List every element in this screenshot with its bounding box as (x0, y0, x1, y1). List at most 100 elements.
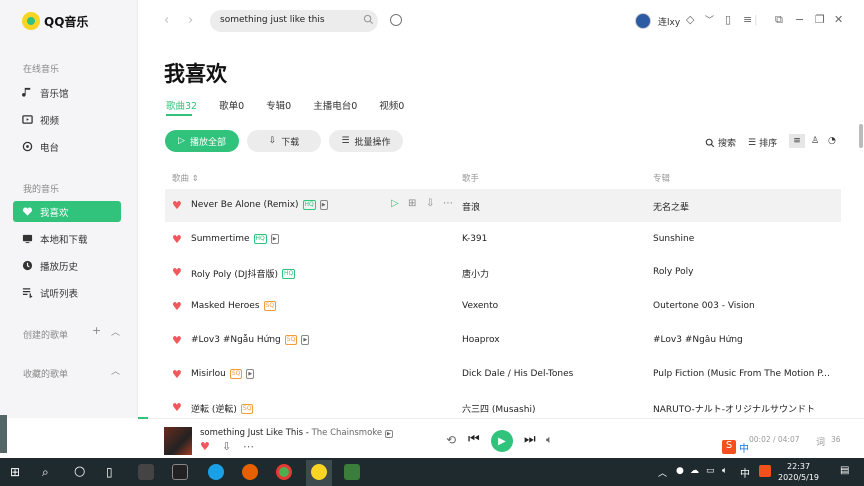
mini-mode-icon[interactable]: ⧉ (775, 13, 783, 27)
song-artist[interactable]: Dick Dale / His Del-Tones (462, 369, 573, 379)
search-icon[interactable] (363, 14, 374, 25)
chevron-down-icon[interactable]: ﹀ (705, 13, 714, 26)
heart-icon[interactable]: ♥ (172, 200, 182, 211)
tab-albums[interactable]: 专辑0 (266, 98, 291, 112)
previous-icon[interactable]: ⏮ (468, 432, 480, 447)
song-artist[interactable]: 音浪 (462, 200, 480, 213)
row-download-icon[interactable]: ⇩ (426, 198, 434, 209)
song-artist[interactable]: Hoaprox (462, 335, 500, 345)
maximize-icon[interactable]: ❐ (815, 13, 825, 26)
play-pause-button[interactable]: ▶ (491, 430, 513, 452)
batch-operation-button[interactable]: ☰ 批量操作 (329, 130, 403, 152)
song-artist[interactable]: K-391 (462, 234, 487, 244)
username[interactable]: 连lxy (658, 15, 680, 28)
song-album[interactable]: 无名之辈 (653, 200, 833, 213)
firefox-icon[interactable] (242, 464, 258, 480)
volume-icon[interactable]: 🔈︎ (546, 433, 553, 447)
edge-browser-icon[interactable] (208, 464, 224, 480)
play-all-button[interactable]: ▷ 播放全部 (165, 130, 239, 152)
lyrics-button[interactable]: 词 (816, 435, 825, 448)
heart-icon[interactable]: ♥ (172, 301, 182, 312)
game-app-icon[interactable] (344, 464, 360, 480)
loop-mode-icon[interactable]: ⟲ (446, 433, 456, 447)
row-play-icon[interactable]: ▷ (391, 198, 399, 209)
close-icon[interactable]: ✕ (834, 13, 843, 26)
sidebar-item-local-download[interactable]: 本地和下载 (13, 228, 121, 249)
add-playlist-icon[interactable]: + (92, 324, 101, 337)
sidebar-item-trial-list[interactable]: 试听列表 (13, 282, 121, 303)
table-row[interactable]: ♥ Summertime HQ ▶ K-391 Sunshine (165, 223, 841, 256)
heart-icon[interactable]: ♥ (172, 402, 182, 413)
tab-playlists[interactable]: 歌单0 (219, 98, 244, 112)
artist-view-icon[interactable]: ♙ (811, 136, 819, 146)
app-logo[interactable]: QQ音乐 (22, 12, 88, 30)
table-row[interactable]: ♥ #Lov3 #Ngẫu Hứng SQ ▶ Hoaprox #Lov3 #Ngẫu H… (165, 324, 841, 357)
song-album[interactable]: Sunshine (653, 234, 833, 244)
mv-icon[interactable]: ▶ (270, 233, 279, 244)
playlist-count[interactable]: 36 (831, 435, 841, 444)
windows-start-icon[interactable]: ⊞ (10, 465, 26, 481)
sogou-tray-icon[interactable] (759, 465, 771, 477)
table-row[interactable]: ♥ Roly Poly (DJ抖音版) HQ 唐小力 Roly Poly (165, 256, 841, 289)
cloud-icon[interactable]: ☁ (690, 466, 699, 476)
volume-icon[interactable]: 🔈︎ (722, 466, 727, 476)
row-add-icon[interactable]: ⊞ (408, 198, 416, 209)
skin-icon[interactable]: ▯ (725, 13, 731, 26)
heart-icon[interactable]: ♥ (172, 267, 182, 278)
minimize-icon[interactable]: − (795, 13, 804, 26)
song-album[interactable]: Outertone 003 - Vision (653, 301, 833, 311)
back-arrow-icon[interactable]: ‹ (164, 13, 169, 28)
chevron-up-icon[interactable]: ︿ (111, 364, 120, 377)
table-row[interactable]: ♥ Never Be Alone (Remix) HQ ▶ 音浪 无名之辈 ▷ ⊞ ⇩ ⋯ (165, 189, 841, 222)
song-album[interactable]: #Lov3 #Ngẫu Hứng (653, 335, 833, 345)
pubg-icon[interactable] (172, 464, 188, 480)
mv-icon[interactable]: ▶ (301, 334, 310, 345)
sidebar-item-history[interactable]: 播放历史 (13, 255, 121, 276)
table-row[interactable]: ♥ Misirlou SQ ▶ Dick Dale / His Del-Tones Pul… (165, 358, 841, 391)
cortana-icon[interactable]: ○ (74, 464, 90, 480)
table-row[interactable]: ♥ Masked Heroes SQ Vexento Outertone 003 - V… (165, 290, 841, 323)
avatar[interactable] (635, 13, 651, 29)
download-icon[interactable]: ⇩ (222, 440, 231, 453)
sidebar-item-favorites[interactable]: 我喜欢 (13, 201, 121, 222)
menu-icon[interactable]: ≡ (743, 13, 752, 26)
progress-bar[interactable] (138, 417, 148, 419)
forward-arrow-icon[interactable]: › (188, 13, 193, 28)
song-album[interactable]: Roly Poly (653, 267, 833, 277)
vip-diamond-icon[interactable]: ◇ (686, 13, 694, 26)
action-center-icon[interactable]: ▤ (840, 465, 849, 476)
notification-icon[interactable]: ● (676, 466, 684, 476)
more-icon[interactable]: ⋯ (243, 440, 254, 453)
app-icon[interactable] (138, 464, 154, 480)
tab-videos[interactable]: 视频0 (379, 98, 404, 112)
search-input[interactable]: something just like this (210, 10, 378, 32)
now-playing[interactable]: something Just Like This - The Chainsmok… (200, 428, 393, 438)
sidebar-item-video[interactable]: 视频 (13, 109, 121, 130)
heart-icon[interactable]: ♥ (172, 335, 182, 346)
row-more-icon[interactable]: ⋯ (443, 198, 453, 209)
song-album[interactable]: NARUTO-ナルト-オリジナルサウンドト (653, 402, 833, 415)
voice-search-icon[interactable] (390, 14, 402, 26)
chevron-up-icon[interactable]: ︿ (111, 325, 120, 338)
time-view-icon[interactable]: ◔ (828, 136, 836, 146)
chrome-icon[interactable] (276, 464, 292, 480)
tab-radio[interactable]: 主播电台0 (313, 98, 357, 112)
scrollbar-thumb[interactable] (859, 124, 863, 148)
sidebar-item-music-hall[interactable]: 音乐馆 (13, 82, 121, 103)
task-view-icon[interactable]: ▯ (106, 465, 122, 481)
like-heart-icon[interactable]: ♥ (200, 440, 210, 453)
heart-icon[interactable]: ♥ (172, 369, 182, 380)
song-artist[interactable]: Vexento (462, 301, 498, 311)
ime-indicator[interactable]: 中 (740, 465, 750, 480)
mv-icon[interactable]: ▶ (319, 200, 328, 210)
next-icon[interactable]: ⏭ (524, 432, 536, 447)
search-songs-button[interactable]: 搜索 (705, 136, 736, 149)
tab-songs[interactable]: 歌曲32 (166, 98, 197, 112)
song-artist[interactable]: 六三四 (Musashi) (462, 402, 535, 415)
sort-button[interactable]: ☰ 排序 (748, 136, 777, 150)
search-icon[interactable]: ⌕ (42, 465, 58, 481)
list-view-icon[interactable]: ≡ (789, 134, 805, 148)
mv-icon[interactable]: ▶ (246, 368, 255, 379)
sogou-logo-icon[interactable]: S (722, 440, 736, 454)
mv-icon[interactable]: ▶ (384, 430, 393, 438)
